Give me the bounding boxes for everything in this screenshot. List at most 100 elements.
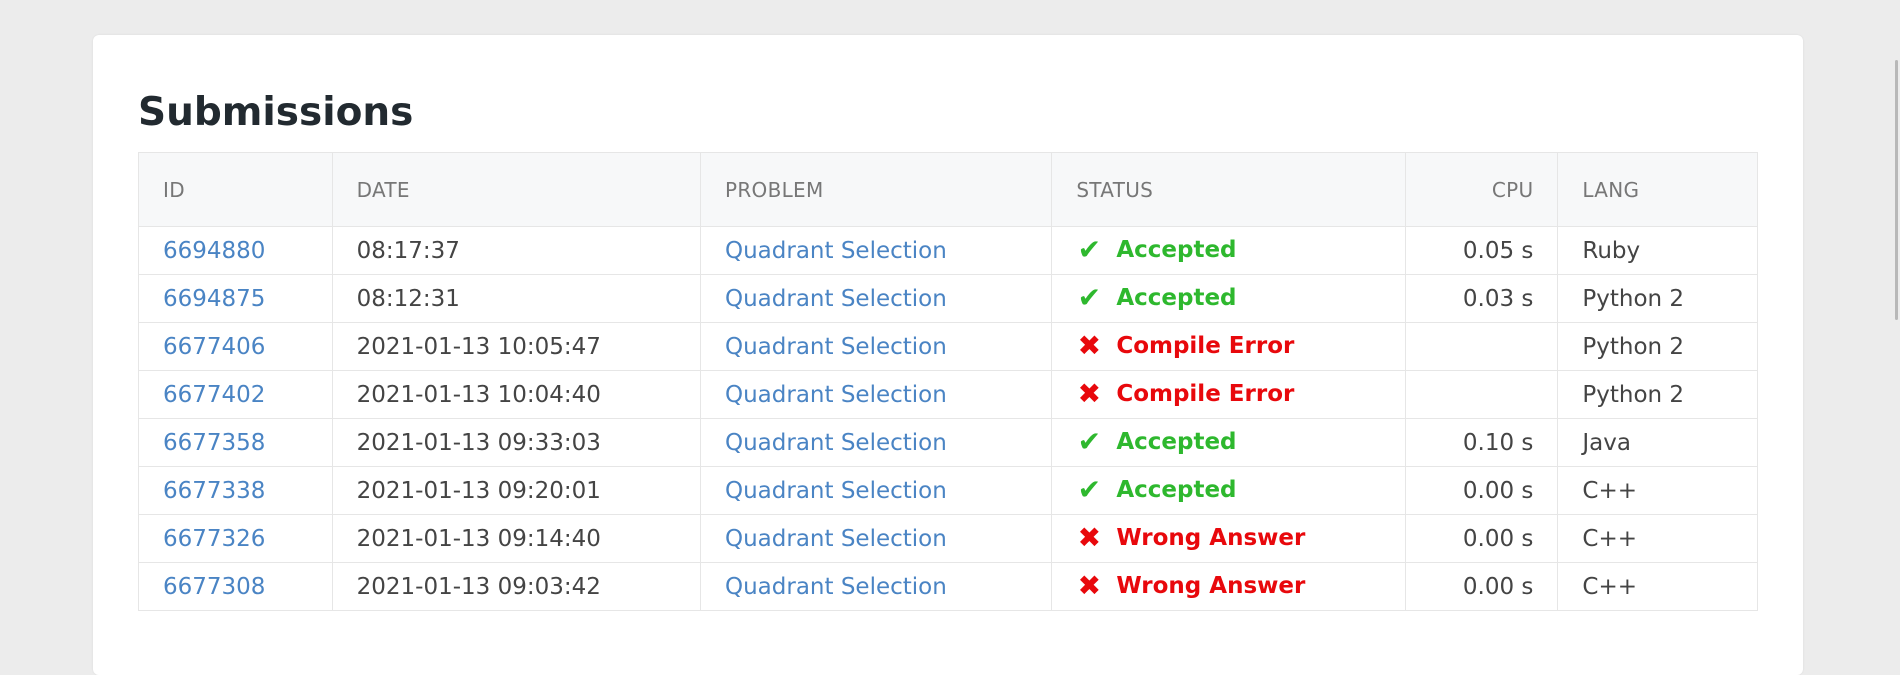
cell-date: 08:17:37: [331, 226, 702, 275]
status-text: Accepted: [1116, 429, 1237, 455]
cross-icon: ✖: [1077, 329, 1102, 362]
cell-status: ✖ Wrong Answer: [1051, 562, 1406, 611]
status-text: Wrong Answer: [1116, 525, 1306, 551]
cell-status: ✖ Wrong Answer: [1051, 514, 1406, 563]
problem-link[interactable]: Quadrant Selection: [725, 478, 947, 504]
submissions-table: ID DATE PROBLEM STATUS CPU LANG 6694880 0…: [138, 152, 1758, 611]
column-header-problem: PROBLEM: [699, 152, 1053, 227]
check-icon: ✔: [1077, 281, 1102, 314]
cross-icon: ✖: [1077, 521, 1102, 554]
cell-status: ✔ Accepted: [1051, 466, 1406, 515]
cell-status: ✔ Accepted: [1051, 226, 1406, 275]
status-badge: ✔ Accepted: [1076, 233, 1237, 266]
table-row: 6677338 2021-01-13 09:20:01 Quadrant Selec…: [138, 466, 1758, 515]
table-row: 6694880 08:17:37 Quadrant Selection ✔ Accept…: [138, 226, 1758, 275]
cell-cpu: 0.00 s: [1404, 514, 1559, 563]
check-icon: ✔: [1077, 233, 1102, 266]
cell-lang: Ruby: [1557, 226, 1758, 275]
problem-link[interactable]: Quadrant Selection: [725, 430, 947, 456]
cell-problem: Quadrant Selection: [699, 562, 1053, 611]
submission-id-link[interactable]: 6677406: [163, 334, 265, 360]
table-row: 6677406 2021-01-13 10:05:47 Quadrant Selec…: [138, 322, 1758, 371]
status-text: Accepted: [1116, 237, 1237, 263]
submission-id-link[interactable]: 6677308: [163, 574, 265, 600]
column-header-cpu: CPU: [1404, 152, 1559, 227]
table-header-row: ID DATE PROBLEM STATUS CPU LANG: [138, 152, 1758, 227]
table-row: 6677358 2021-01-13 09:33:03 Quadrant Selec…: [138, 418, 1758, 467]
cell-date: 2021-01-13 10:05:47: [331, 322, 702, 371]
cell-status: ✖ Compile Error: [1051, 322, 1406, 371]
status-badge: ✖ Wrong Answer: [1076, 521, 1306, 554]
submission-id-link[interactable]: 6694880: [163, 238, 265, 264]
submission-id-link[interactable]: 6677402: [163, 382, 265, 408]
table-row: 6677326 2021-01-13 09:14:40 Quadrant Selec…: [138, 514, 1758, 563]
cell-cpu: [1404, 322, 1559, 371]
cell-lang: C++: [1557, 514, 1758, 563]
submission-id-link[interactable]: 6677326: [163, 526, 265, 552]
column-header-id: ID: [138, 152, 333, 227]
problem-link[interactable]: Quadrant Selection: [725, 382, 947, 408]
status-text: Accepted: [1116, 477, 1237, 503]
column-header-lang: LANG: [1557, 152, 1758, 227]
cell-problem: Quadrant Selection: [699, 418, 1053, 467]
cell-problem: Quadrant Selection: [699, 322, 1053, 371]
cell-id: 6677358: [138, 418, 333, 467]
table-row: 6677308 2021-01-13 09:03:42 Quadrant Selec…: [138, 562, 1758, 611]
cell-cpu: 0.05 s: [1404, 226, 1559, 275]
scrollbar[interactable]: [1890, 0, 1900, 634]
table-row: 6677402 2021-01-13 10:04:40 Quadrant Selec…: [138, 370, 1758, 419]
cell-date: 2021-01-13 10:04:40: [331, 370, 702, 419]
cell-date: 08:12:31: [331, 274, 702, 323]
cross-icon: ✖: [1077, 377, 1102, 410]
status-text: Compile Error: [1116, 333, 1295, 359]
cell-date: 2021-01-13 09:03:42: [331, 562, 702, 611]
submission-id-link[interactable]: 6694875: [163, 286, 265, 312]
cell-problem: Quadrant Selection: [699, 370, 1053, 419]
cell-id: 6694880: [138, 226, 333, 275]
cell-problem: Quadrant Selection: [699, 514, 1053, 563]
status-badge: ✖ Compile Error: [1076, 329, 1295, 362]
cell-lang: Python 2: [1557, 322, 1758, 371]
cell-lang: C++: [1557, 466, 1758, 515]
cell-lang: Python 2: [1557, 274, 1758, 323]
status-badge: ✔ Accepted: [1076, 281, 1237, 314]
check-icon: ✔: [1077, 473, 1102, 506]
cell-cpu: 0.03 s: [1404, 274, 1559, 323]
cell-problem: Quadrant Selection: [699, 466, 1053, 515]
check-icon: ✔: [1077, 425, 1102, 458]
problem-link[interactable]: Quadrant Selection: [725, 238, 947, 264]
status-text: Compile Error: [1116, 381, 1295, 407]
problem-link[interactable]: Quadrant Selection: [725, 286, 947, 312]
cross-icon: ✖: [1077, 569, 1102, 602]
cell-status: ✔ Accepted: [1051, 274, 1406, 323]
cell-date: 2021-01-13 09:20:01: [331, 466, 702, 515]
cell-problem: Quadrant Selection: [699, 226, 1053, 275]
cell-date: 2021-01-13 09:14:40: [331, 514, 702, 563]
cell-date: 2021-01-13 09:33:03: [331, 418, 702, 467]
cell-problem: Quadrant Selection: [699, 274, 1053, 323]
column-header-date: DATE: [331, 152, 702, 227]
column-header-status: STATUS: [1051, 152, 1406, 227]
scrollbar-thumb[interactable]: [1895, 60, 1898, 320]
table-row: 6694875 08:12:31 Quadrant Selection ✔ Accept…: [138, 274, 1758, 323]
problem-link[interactable]: Quadrant Selection: [725, 526, 947, 552]
status-badge: ✔ Accepted: [1076, 473, 1237, 506]
status-badge: ✖ Compile Error: [1076, 377, 1295, 410]
cell-id: 6677338: [138, 466, 333, 515]
cell-id: 6677406: [138, 322, 333, 371]
status-text: Accepted: [1116, 285, 1237, 311]
cell-cpu: 0.00 s: [1404, 466, 1559, 515]
submissions-card: Submissions ID DATE PROBLEM STATUS CPU L…: [93, 35, 1803, 675]
cell-cpu: [1404, 370, 1559, 419]
cell-lang: Python 2: [1557, 370, 1758, 419]
cell-cpu: 0.10 s: [1404, 418, 1559, 467]
page-title: Submissions: [138, 90, 414, 135]
cell-id: 6677326: [138, 514, 333, 563]
problem-link[interactable]: Quadrant Selection: [725, 334, 947, 360]
cell-lang: C++: [1557, 562, 1758, 611]
submission-id-link[interactable]: 6677338: [163, 478, 265, 504]
status-badge: ✔ Accepted: [1076, 425, 1237, 458]
submission-id-link[interactable]: 6677358: [163, 430, 265, 456]
status-badge: ✖ Wrong Answer: [1076, 569, 1306, 602]
problem-link[interactable]: Quadrant Selection: [725, 574, 947, 600]
